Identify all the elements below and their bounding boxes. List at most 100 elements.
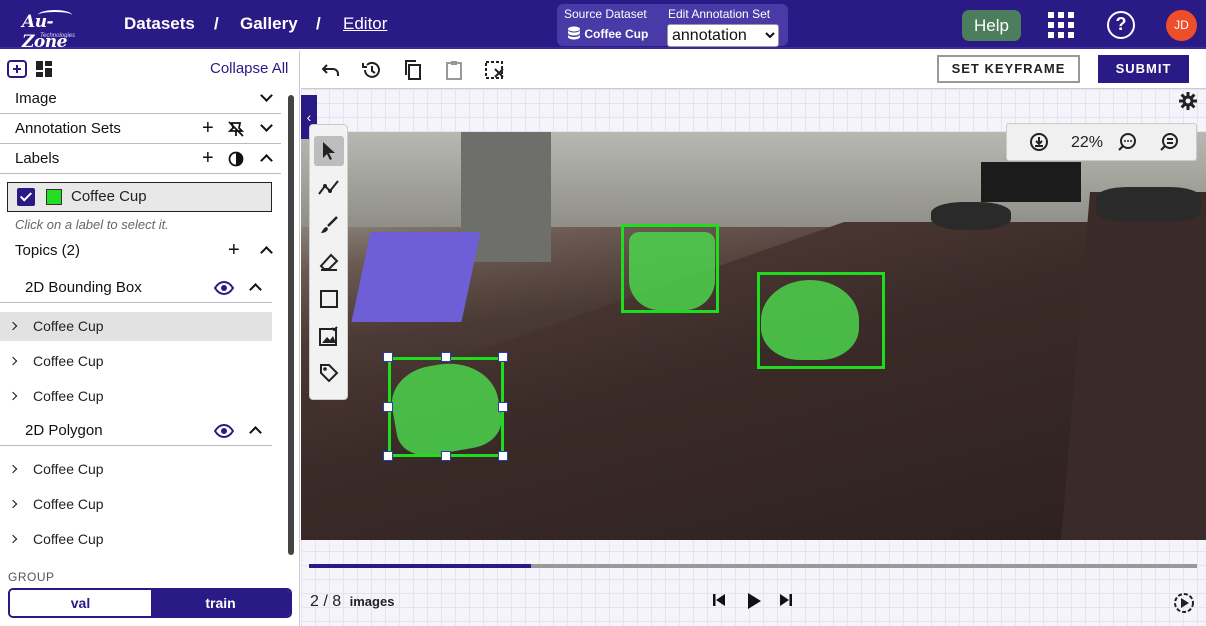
skip-previous-icon[interactable] <box>711 592 727 608</box>
chevron-up-icon[interactable] <box>260 154 273 167</box>
annotation-set-select[interactable]: annotation <box>667 24 779 47</box>
list-item[interactable]: Coffee Cup <box>0 382 272 411</box>
breadcrumb-gallery[interactable]: Gallery <box>240 14 298 34</box>
bounding-box-selected[interactable] <box>388 357 504 457</box>
help-button[interactable]: Help <box>962 10 1021 41</box>
table-grommet <box>1096 187 1201 222</box>
user-avatar[interactable]: JD <box>1166 10 1197 41</box>
auto-segment-icon[interactable] <box>314 321 344 351</box>
section-topics[interactable]: Topics (2) + <box>0 236 281 266</box>
resize-handle[interactable] <box>383 451 393 461</box>
question-circle-icon[interactable]: ? <box>1107 11 1135 39</box>
database-icon <box>568 26 580 40</box>
list-item[interactable]: Coffee Cup <box>0 490 272 519</box>
tag-icon[interactable] <box>314 358 344 388</box>
breadcrumb-editor[interactable]: Editor <box>343 14 387 34</box>
list-item[interactable]: Coffee Cup <box>0 312 272 341</box>
group-toggle[interactable]: val train <box>8 588 292 618</box>
chevron-down-icon[interactable] <box>260 119 273 132</box>
background-purple-bin <box>351 232 481 322</box>
zoom-level: 22% <box>1071 134 1104 151</box>
chevron-right-icon[interactable] <box>8 464 18 474</box>
group-option-val[interactable]: val <box>10 590 151 616</box>
breadcrumb-datasets[interactable]: Datasets <box>124 14 195 34</box>
add-icon[interactable]: + <box>228 239 240 262</box>
set-keyframe-button[interactable]: SET KEYFRAME <box>937 55 1080 83</box>
chevron-up-icon[interactable] <box>260 246 273 259</box>
play-icon[interactable] <box>745 592 763 610</box>
eye-icon[interactable] <box>214 424 234 438</box>
undo-icon[interactable] <box>320 59 342 81</box>
chevron-right-icon[interactable] <box>8 534 18 544</box>
clear-selection-icon[interactable] <box>484 59 506 81</box>
sidebar-scrollbar[interactable] <box>288 95 294 555</box>
section-annotation-sets[interactable]: Annotation Sets + <box>0 114 281 144</box>
apps-grid-icon[interactable] <box>1048 12 1074 38</box>
list-item-label: Coffee Cup <box>33 388 104 404</box>
add-box-icon[interactable] <box>7 60 27 78</box>
eraser-icon[interactable] <box>314 247 344 277</box>
list-item[interactable]: Coffee Cup <box>0 525 272 554</box>
resize-handle[interactable] <box>383 352 393 362</box>
list-item-label: Coffee Cup <box>33 353 104 369</box>
hide-label-icon[interactable] <box>227 120 245 138</box>
contrast-icon[interactable] <box>228 151 244 167</box>
gear-icon[interactable] <box>1178 91 1198 111</box>
logo-text: Au-Zone <box>22 12 67 52</box>
add-icon[interactable]: + <box>202 117 214 140</box>
source-dataset-value: Coffee Cup <box>567 26 648 41</box>
chevron-right-icon[interactable] <box>8 391 18 401</box>
background-keyboard <box>981 162 1081 202</box>
collapse-all-button[interactable]: Collapse All <box>210 60 288 77</box>
add-icon[interactable]: + <box>202 147 214 170</box>
zoom-out-icon[interactable] <box>1159 132 1179 152</box>
list-item[interactable]: Coffee Cup <box>0 347 272 376</box>
topic-group-polygon[interactable]: 2D Polygon <box>0 416 272 446</box>
logo-subtext: Technologies <box>40 33 76 39</box>
select-cursor-icon[interactable] <box>314 136 344 166</box>
brush-icon[interactable] <box>314 210 344 240</box>
label-checkbox[interactable] <box>17 188 35 206</box>
section-labels[interactable]: Labels + <box>0 144 281 174</box>
dashboard-icon[interactable] <box>35 60 53 78</box>
topic-group-bounding-box[interactable]: 2D Bounding Box <box>0 273 272 303</box>
autoplay-icon[interactable] <box>1173 592 1195 614</box>
page-unit: images <box>349 594 395 609</box>
label-chip-coffee-cup[interactable]: Coffee Cup <box>7 182 272 212</box>
fit-to-screen-icon[interactable] <box>1029 132 1049 152</box>
annotation-image[interactable] <box>301 132 1206 540</box>
chevron-right-icon[interactable] <box>8 356 18 366</box>
source-dataset-label: Source Dataset <box>564 7 647 21</box>
eye-icon[interactable] <box>214 281 234 295</box>
image-progress-bar[interactable] <box>309 564 1197 568</box>
breadcrumb-separator: / <box>316 14 321 33</box>
skip-next-icon[interactable] <box>778 592 794 608</box>
copy-icon[interactable] <box>402 59 424 81</box>
group-option-train[interactable]: train <box>151 590 290 616</box>
au-zone-logo[interactable]: Au-Zone Technologies <box>18 6 84 52</box>
section-annotation-sets-title: Annotation Sets <box>15 120 121 137</box>
rectangle-icon[interactable] <box>314 284 344 314</box>
chevron-right-icon[interactable] <box>8 321 18 331</box>
section-image[interactable]: Image <box>0 84 281 114</box>
resize-handle[interactable] <box>441 451 451 461</box>
chevron-up-icon[interactable] <box>249 426 262 439</box>
submit-button[interactable]: SUBMIT <box>1098 55 1189 83</box>
resize-handle[interactable] <box>441 352 451 362</box>
resize-handle[interactable] <box>383 402 393 412</box>
chevron-right-icon[interactable] <box>8 499 18 509</box>
zoom-in-icon[interactable] <box>1117 132 1137 152</box>
bounding-box[interactable] <box>621 224 719 313</box>
chevron-up-icon[interactable] <box>249 283 262 296</box>
editor-toolbar: SET KEYFRAME SUBMIT <box>301 51 1206 89</box>
bounding-box[interactable] <box>757 272 885 369</box>
top-nav-bar: Au-Zone Technologies Datasets / Gallery … <box>0 0 1206 52</box>
paste-icon[interactable] <box>443 59 465 81</box>
resize-handle[interactable] <box>498 352 508 362</box>
resize-handle[interactable] <box>498 402 508 412</box>
history-icon[interactable] <box>361 59 383 81</box>
resize-handle[interactable] <box>498 451 508 461</box>
chevron-down-icon[interactable] <box>260 89 273 102</box>
polyline-icon[interactable] <box>314 173 344 203</box>
list-item[interactable]: Coffee Cup <box>0 455 272 484</box>
